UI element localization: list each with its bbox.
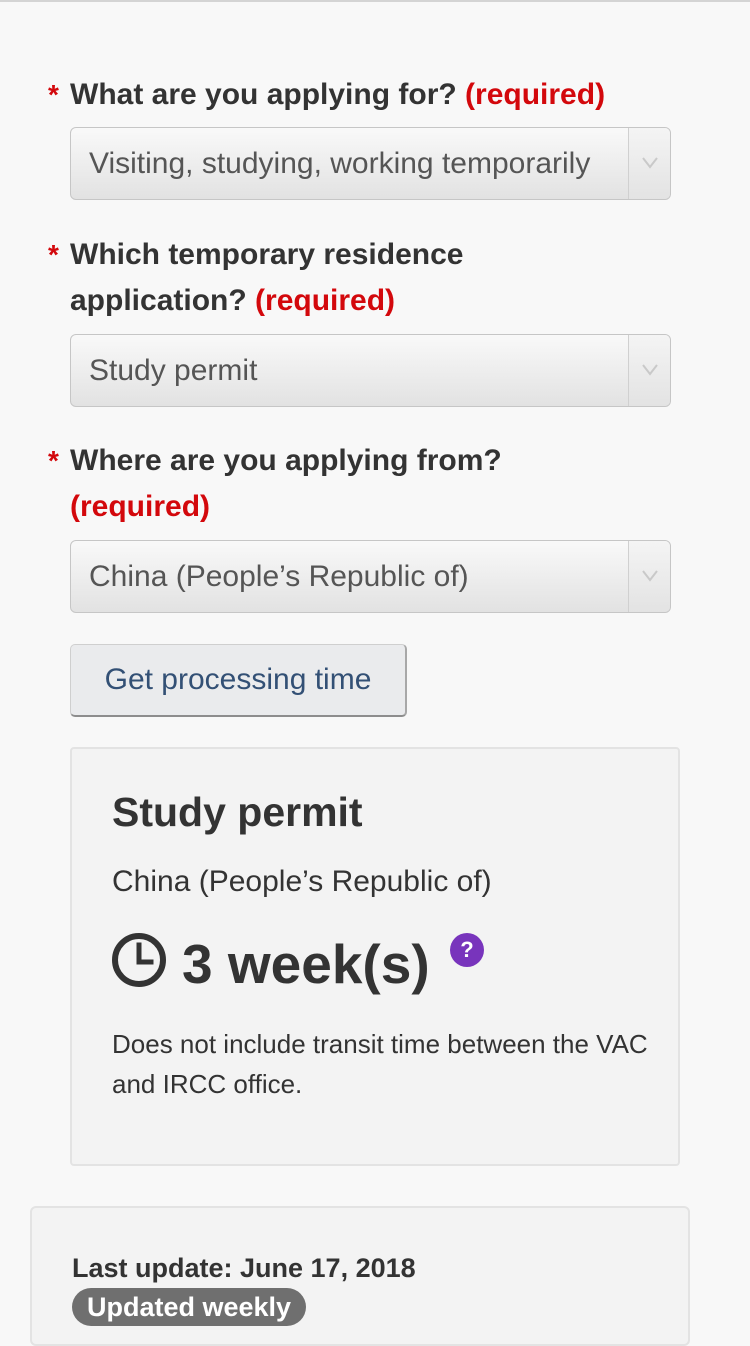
update-frequency-badge: Updated weekly	[72, 1288, 307, 1326]
chevron-down-icon	[642, 157, 658, 169]
clock-icon	[112, 933, 166, 987]
applying-for-select[interactable]: Visiting, studying, working temporarily	[70, 127, 671, 200]
processing-duration: 3 week(s)	[182, 933, 430, 995]
required-asterisk: *	[48, 239, 59, 270]
dropdown-arrow[interactable]	[628, 541, 670, 612]
required-marker: (required)	[70, 490, 211, 523]
applying-for-label-text: What are you applying for?	[70, 78, 457, 111]
applying-from-select[interactable]: China (People’s Republic of)	[70, 540, 671, 613]
residence-application-label-line2: application?	[70, 284, 247, 317]
get-processing-time-button[interactable]: Get processing time	[70, 644, 407, 717]
transit-time-note: Does not include transit time between th…	[112, 1029, 648, 1099]
dropdown-arrow[interactable]	[628, 335, 670, 406]
required-asterisk: *	[48, 445, 59, 476]
top-divider	[0, 0, 750, 2]
result-title: Study permit	[112, 789, 363, 835]
applying-from-label: Where are you applying from? (required)	[70, 438, 690, 530]
last-update-panel: Last update: June 17, 2018 Updated weekl…	[30, 1206, 690, 1346]
processing-time-result-card: Study permit China (People’s Republic of…	[70, 747, 680, 1166]
chevron-down-icon	[642, 570, 658, 582]
required-asterisk: *	[48, 79, 59, 110]
question-mark-icon[interactable]: ?	[450, 933, 484, 967]
residence-application-value: Study permit	[89, 354, 258, 387]
dropdown-arrow[interactable]	[628, 128, 670, 199]
chevron-down-icon	[642, 364, 658, 376]
applying-from-label-text: Where are you applying from?	[70, 444, 502, 477]
residence-application-label: Which temporary residence application? (…	[70, 232, 690, 324]
required-marker: (required)	[255, 284, 396, 317]
result-country: China (People’s Republic of)	[112, 865, 492, 898]
residence-application-select[interactable]: Study permit	[70, 334, 671, 407]
last-update-date: Last update: June 17, 2018	[72, 1253, 416, 1283]
required-marker: (required)	[465, 78, 606, 111]
residence-application-label-line1: Which temporary residence	[70, 238, 464, 271]
applying-from-value: China (People’s Republic of)	[89, 560, 469, 593]
applying-for-value: Visiting, studying, working temporarily	[89, 147, 591, 180]
applying-for-label: What are you applying for? (required)	[70, 72, 690, 118]
